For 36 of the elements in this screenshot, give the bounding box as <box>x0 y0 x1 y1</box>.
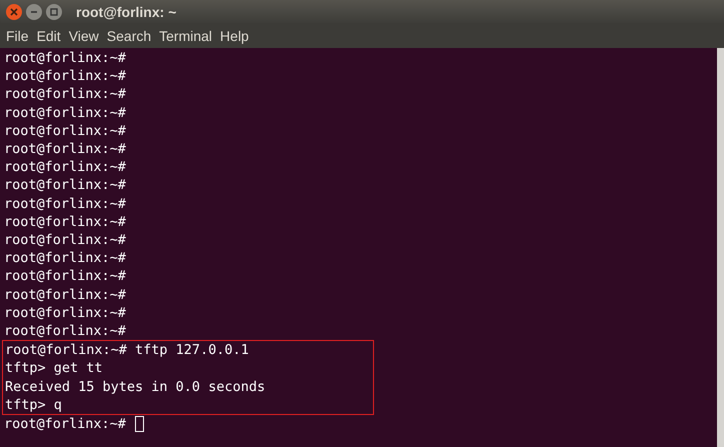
terminal-line: root@forlinx:~# <box>4 158 126 176</box>
terminal-line: root@forlinx:~# <box>4 212 126 232</box>
terminal-line: root@forlinx:~# <box>4 104 126 122</box>
menu-item[interactable]: Search <box>102 26 156 46</box>
terminal-line: root@forlinx:~# <box>4 267 126 286</box>
minimize-button[interactable] <box>26 4 42 20</box>
terminal-line: tftp> get tt <box>5 359 103 378</box>
terminal-line: root@forlinx:~# <box>4 122 126 140</box>
close-icon <box>10 8 18 16</box>
menu-item[interactable]: Edit <box>32 26 65 46</box>
window-title: root@forlinx: ~ <box>76 2 176 22</box>
terminal-line: root@forlinx:~# <box>4 140 126 158</box>
terminal-line: root@forlinx:~# <box>4 249 126 268</box>
menu-item[interactable]: View <box>64 26 103 46</box>
terminal-line: root@forlinx:~# <box>4 231 126 250</box>
terminal-line: root@forlinx:~# <box>4 286 126 304</box>
maximize-button[interactable] <box>46 4 62 20</box>
cursor <box>134 416 144 432</box>
terminal-line: root@forlinx:~# <box>4 322 126 340</box>
menu-item[interactable]: Terminal <box>155 26 216 46</box>
scrollbar[interactable] <box>717 48 724 447</box>
terminal-line: root@forlinx:~# <box>4 304 126 322</box>
menu-item[interactable]: Help <box>216 26 253 46</box>
terminal-line: root@forlinx:~# <box>4 85 126 104</box>
terminal-line: root@forlinx:~# tftp 127.0.0.1 <box>5 341 249 360</box>
terminal-line: root@forlinx:~# <box>4 415 126 434</box>
maximize-icon <box>50 8 58 16</box>
terminal-line: tftp> q <box>5 396 62 414</box>
menu-item[interactable]: File <box>2 26 33 46</box>
close-button[interactable] <box>6 4 22 20</box>
minimize-icon <box>30 8 38 16</box>
terminal-line: root@forlinx:~# <box>4 194 126 213</box>
terminal-line: root@forlinx:~# <box>4 67 126 86</box>
terminal-line: root@forlinx:~# <box>4 176 126 195</box>
terminal-line: Received 15 bytes in 0.0 seconds <box>5 378 266 396</box>
terminal-line: root@forlinx:~# <box>4 49 126 68</box>
